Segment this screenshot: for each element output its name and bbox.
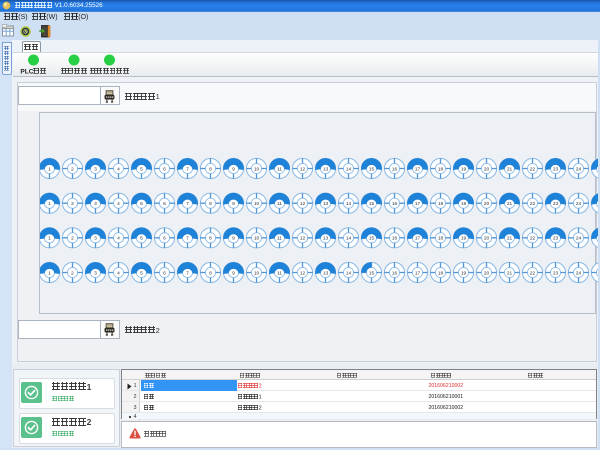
svg-text:20: 20 xyxy=(483,166,489,172)
svg-text:5: 5 xyxy=(140,201,143,207)
svg-text:14: 14 xyxy=(345,235,351,241)
svg-text:23: 23 xyxy=(552,166,558,172)
svg-text:13: 13 xyxy=(322,270,328,276)
svg-text:24: 24 xyxy=(575,235,581,241)
svg-text:15: 15 xyxy=(368,201,374,207)
svg-text:2: 2 xyxy=(71,270,74,276)
svg-text:20: 20 xyxy=(483,235,489,241)
svg-text:12: 12 xyxy=(299,166,305,172)
svg-text:18: 18 xyxy=(437,235,443,241)
svg-text:10: 10 xyxy=(253,270,259,276)
svg-text:8: 8 xyxy=(209,201,212,207)
svg-text:1: 1 xyxy=(48,201,51,207)
svg-text:17: 17 xyxy=(414,270,420,276)
svg-text:8: 8 xyxy=(209,270,212,276)
svg-text:9: 9 xyxy=(232,270,235,276)
svg-text:12: 12 xyxy=(299,235,305,241)
svg-text:19: 19 xyxy=(460,235,466,241)
svg-text:21: 21 xyxy=(506,166,512,172)
svg-text:4: 4 xyxy=(117,201,120,207)
svg-text:7: 7 xyxy=(186,235,189,241)
svg-text:5: 5 xyxy=(140,270,143,276)
svg-text:5: 5 xyxy=(140,166,143,172)
svg-text:9: 9 xyxy=(232,235,235,241)
svg-text:1: 1 xyxy=(48,166,51,172)
svg-text:17: 17 xyxy=(414,201,420,207)
svg-text:22: 22 xyxy=(529,270,535,276)
svg-text:24: 24 xyxy=(575,166,581,172)
svg-text:24: 24 xyxy=(575,201,581,207)
svg-text:15: 15 xyxy=(368,166,374,172)
svg-text:21: 21 xyxy=(506,201,512,207)
svg-text:1: 1 xyxy=(48,235,51,241)
svg-text:10: 10 xyxy=(253,201,259,207)
svg-text:3: 3 xyxy=(94,201,97,207)
svg-text:11: 11 xyxy=(277,201,282,207)
svg-text:3: 3 xyxy=(94,270,97,276)
svg-text:7: 7 xyxy=(186,166,189,172)
svg-text:13: 13 xyxy=(322,235,328,241)
svg-text:23: 23 xyxy=(552,201,558,207)
svg-text:5: 5 xyxy=(140,235,143,241)
svg-text:19: 19 xyxy=(460,166,466,172)
svg-text:18: 18 xyxy=(437,270,443,276)
svg-text:14: 14 xyxy=(345,270,351,276)
svg-text:1: 1 xyxy=(48,270,51,276)
svg-text:4: 4 xyxy=(117,270,120,276)
svg-text:21: 21 xyxy=(506,270,512,276)
svg-text:20: 20 xyxy=(483,201,489,207)
svg-text:18: 18 xyxy=(437,166,443,172)
svg-text:16: 16 xyxy=(391,270,397,276)
svg-text:8: 8 xyxy=(209,166,212,172)
svg-text:22: 22 xyxy=(529,235,535,241)
svg-text:20: 20 xyxy=(483,270,489,276)
svg-text:6: 6 xyxy=(163,235,166,241)
svg-text:14: 14 xyxy=(345,166,351,172)
svg-text:22: 22 xyxy=(529,166,535,172)
svg-text:12: 12 xyxy=(299,270,305,276)
svg-text:14: 14 xyxy=(345,201,351,207)
svg-text:19: 19 xyxy=(460,201,466,207)
svg-text:2: 2 xyxy=(71,166,74,172)
svg-text:3: 3 xyxy=(94,235,97,241)
svg-text:11: 11 xyxy=(277,235,282,241)
svg-text:17: 17 xyxy=(414,166,420,172)
svg-text:2: 2 xyxy=(71,235,74,241)
svg-text:6: 6 xyxy=(163,270,166,276)
svg-text:21: 21 xyxy=(506,235,512,241)
svg-text:3: 3 xyxy=(94,166,97,172)
svg-text:19: 19 xyxy=(460,270,466,276)
svg-text:23: 23 xyxy=(552,270,558,276)
svg-text:15: 15 xyxy=(368,270,374,276)
svg-text:9: 9 xyxy=(232,166,235,172)
svg-text:4: 4 xyxy=(117,166,120,172)
svg-text:18: 18 xyxy=(437,201,443,207)
svg-text:22: 22 xyxy=(529,201,535,207)
svg-text:16: 16 xyxy=(391,166,397,172)
svg-text:4: 4 xyxy=(117,235,120,241)
svg-text:8: 8 xyxy=(209,235,212,241)
svg-text:16: 16 xyxy=(391,201,397,207)
svg-text:9: 9 xyxy=(232,201,235,207)
svg-text:13: 13 xyxy=(322,201,328,207)
svg-text:17: 17 xyxy=(414,235,420,241)
svg-text:7: 7 xyxy=(186,270,189,276)
svg-text:10: 10 xyxy=(253,166,259,172)
svg-text:6: 6 xyxy=(163,166,166,172)
svg-text:11: 11 xyxy=(277,270,282,276)
svg-text:12: 12 xyxy=(299,201,305,207)
svg-text:16: 16 xyxy=(391,235,397,241)
svg-text:7: 7 xyxy=(186,201,189,207)
svg-text:6: 6 xyxy=(163,201,166,207)
svg-text:23: 23 xyxy=(552,235,558,241)
svg-text:15: 15 xyxy=(368,235,374,241)
svg-text:13: 13 xyxy=(322,166,328,172)
svg-text:24: 24 xyxy=(575,270,581,276)
svg-text:11: 11 xyxy=(277,166,282,172)
svg-text:10: 10 xyxy=(253,235,259,241)
svg-text:2: 2 xyxy=(71,201,74,207)
